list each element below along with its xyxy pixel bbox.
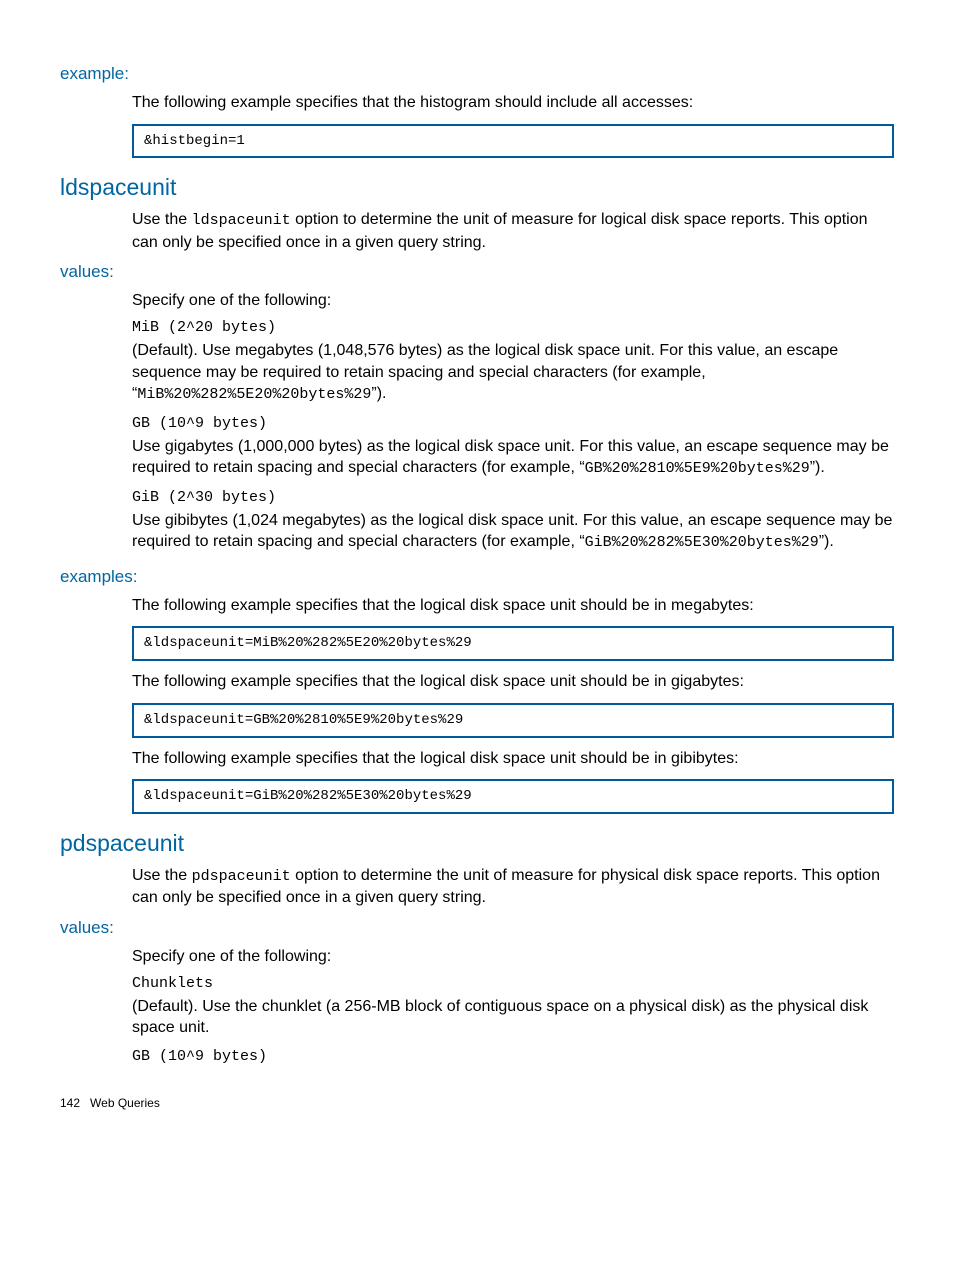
value-gib-text: Use gibibytes (1,024 megabytes) as the l… bbox=[132, 510, 894, 554]
page-section-title: Web Queries bbox=[90, 1096, 160, 1110]
heading-ldspaceunit: ldspaceunit bbox=[60, 172, 894, 203]
pdspaceunit-desc-pre: Use the bbox=[132, 867, 192, 884]
value-gb-text-b: ”). bbox=[810, 459, 825, 476]
example1-text: The following example specifies that the… bbox=[132, 595, 894, 617]
value-pd-gb-code: GB (10^9 bytes) bbox=[132, 1047, 894, 1067]
heading-example: example: bbox=[60, 63, 894, 86]
value-gib-code: GiB (2^30 bytes) bbox=[132, 488, 894, 508]
value-chunklets-text: (Default). Use the chunklet (a 256-MB bl… bbox=[132, 996, 894, 1039]
heading-examples: examples: bbox=[60, 566, 894, 589]
value-mib-code: MiB (2^20 bytes) bbox=[132, 318, 894, 338]
values-lead-pd: Specify one of the following: bbox=[132, 946, 894, 968]
value-gb-code: GB (10^9 bytes) bbox=[132, 414, 894, 434]
value-gib-text-b: ”). bbox=[819, 533, 834, 550]
example2-text: The following example specifies that the… bbox=[132, 671, 894, 693]
page-footer: 142 Web Queries bbox=[60, 1095, 894, 1111]
values-lead-ld: Specify one of the following: bbox=[132, 290, 894, 312]
pdspaceunit-desc: Use the pdspaceunit option to determine … bbox=[132, 865, 894, 909]
value-mib-text: (Default). Use megabytes (1,048,576 byte… bbox=[132, 340, 894, 405]
value-chunklets-code: Chunklets bbox=[132, 974, 894, 994]
ldspaceunit-desc: Use the ldspaceunit option to determine … bbox=[132, 209, 894, 253]
value-gib-text-mono: GiB%20%282%5E30%20bytes%29 bbox=[585, 534, 819, 551]
value-gb-text-mono: GB%20%2810%5E9%20bytes%29 bbox=[585, 460, 810, 477]
example3-code: &ldspaceunit=GiB%20%282%5E30%20bytes%29 bbox=[132, 779, 894, 814]
example1-code: &ldspaceunit=MiB%20%282%5E20%20bytes%29 bbox=[132, 626, 894, 661]
value-gb-text: Use gigabytes (1,000,000 bytes) as the l… bbox=[132, 436, 894, 480]
ldspaceunit-desc-code: ldspaceunit bbox=[192, 212, 291, 229]
value-mib-text-mono: MiB%20%282%5E20%20bytes%29 bbox=[137, 386, 371, 403]
page-number: 142 bbox=[60, 1096, 80, 1110]
value-mib-text-b: ”). bbox=[371, 385, 386, 402]
heading-values-ld: values: bbox=[60, 261, 894, 284]
pdspaceunit-desc-code: pdspaceunit bbox=[192, 868, 291, 885]
heading-pdspaceunit: pdspaceunit bbox=[60, 828, 894, 859]
example-intro: The following example specifies that the… bbox=[132, 92, 894, 114]
code-histbegin: &histbegin=1 bbox=[132, 124, 894, 159]
example3-text: The following example specifies that the… bbox=[132, 748, 894, 770]
ldspaceunit-desc-pre: Use the bbox=[132, 211, 192, 228]
example2-code: &ldspaceunit=GB%20%2810%5E9%20bytes%29 bbox=[132, 703, 894, 738]
heading-values-pd: values: bbox=[60, 917, 894, 940]
